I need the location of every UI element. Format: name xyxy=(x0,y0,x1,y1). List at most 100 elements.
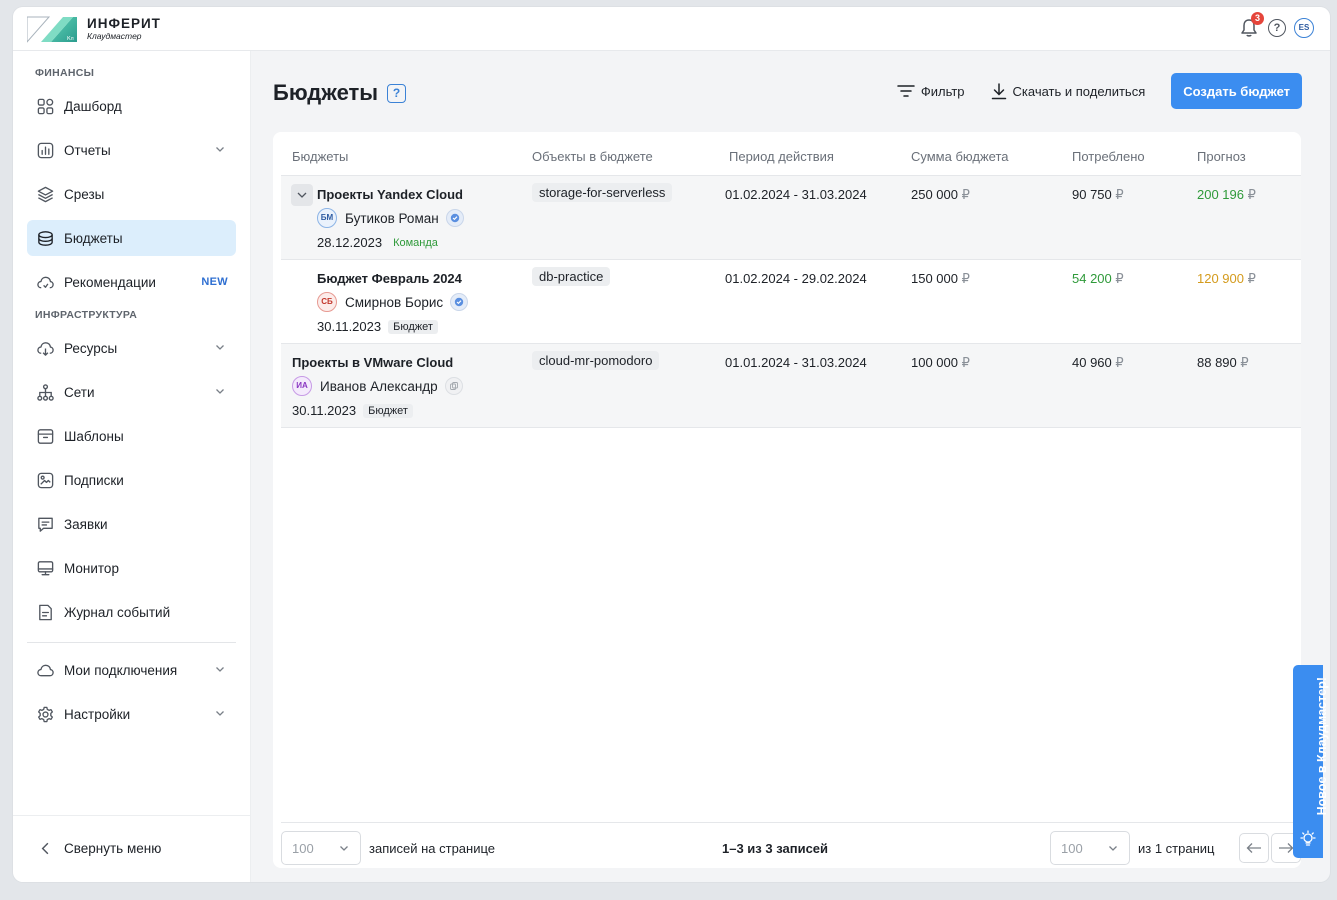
owner-name: Смирнов Борис xyxy=(345,294,444,310)
budget-date: 30.11.2023 Бюджет xyxy=(292,403,413,418)
budget-name[interactable]: Бюджет Февраль 2024 xyxy=(317,271,462,286)
created-date: 30.11.2023 xyxy=(292,403,357,418)
sidebar-item-dashboard[interactable]: Дашборд xyxy=(27,88,236,124)
user-avatar[interactable]: ES xyxy=(1294,18,1314,38)
budgets-table-card: Бюджеты Объекты в бюджете Период действи… xyxy=(273,132,1301,868)
download-share-button[interactable]: Скачать и поделиться xyxy=(991,82,1146,100)
chevron-down-icon xyxy=(214,707,228,722)
lightbulb-icon xyxy=(1300,830,1316,846)
sidebar-item-subscriptions[interactable]: Подписки xyxy=(27,462,236,498)
owner-name: Бутиков Роман xyxy=(345,210,439,226)
table-row[interactable]: Проекты в VMware Cloud ИА Иванов Алексан… xyxy=(281,344,1301,428)
create-budget-button[interactable]: Создать бюджет xyxy=(1171,73,1302,109)
sidebar-item-label: Дашборд xyxy=(64,98,122,114)
pages-label: из 1 страниц xyxy=(1138,841,1215,856)
whats-new-tab[interactable]: Новое в Клаудмастер! xyxy=(1293,665,1329,858)
copy-icon[interactable] xyxy=(444,377,463,395)
svg-text:Кл: Кл xyxy=(67,36,74,42)
budget-amount: 150 000 ₽ xyxy=(911,271,970,286)
budget-period: 01.02.2024 - 29.02.2024 xyxy=(725,271,867,286)
page-number-select[interactable]: 100 xyxy=(1050,831,1130,865)
sidebar-item-event-log[interactable]: Журнал событий xyxy=(27,594,236,630)
budget-object: db-practice xyxy=(532,267,611,286)
column-header-consumed[interactable]: Потреблено xyxy=(1072,149,1145,164)
logo[interactable]: Кл ИНФЕРИТ Клаудмастер xyxy=(26,15,161,44)
notifications-badge: 3 xyxy=(1251,12,1264,25)
sidebar-item-templates[interactable]: Шаблоны xyxy=(27,418,236,454)
budget-amount: 250 000 ₽ xyxy=(911,187,970,202)
budget-forecast: 120 900 ₽ xyxy=(1197,271,1256,286)
notifications-bell-icon[interactable]: 3 xyxy=(1238,12,1264,39)
sidebar-item-label: Журнал событий xyxy=(64,604,171,620)
budget-type-tag: Бюджет xyxy=(388,319,438,334)
sidebar-item-settings[interactable]: Настройки xyxy=(27,696,236,732)
budget-object: storage-for-serverless xyxy=(532,183,673,202)
budget-period: 01.01.2024 - 31.03.2024 xyxy=(725,355,867,370)
logo-title: ИНФЕРИТ xyxy=(87,16,161,31)
sidebar-item-label: Настройки xyxy=(64,706,131,722)
help-icon[interactable]: ? xyxy=(387,83,407,103)
collapse-menu-button[interactable]: Свернуть меню xyxy=(27,830,161,866)
download-icon xyxy=(991,82,1006,99)
budget-forecast: 200 196 ₽ xyxy=(1197,187,1256,202)
table-header: Бюджеты Объекты в бюджете Период действи… xyxy=(281,132,1301,176)
chevron-down-icon xyxy=(214,385,228,400)
chevron-down-icon xyxy=(297,192,307,198)
budget-consumed: 40 960 ₽ xyxy=(1072,355,1124,370)
sidebar-item-label: Отчеты xyxy=(64,142,111,158)
sidebar: ФИНАНСЫ Дашборд Отчеты Срезы Бюджеты Рек… xyxy=(13,51,251,882)
page-title-text: Бюджеты xyxy=(273,80,379,105)
object-chip[interactable]: cloud-mr-pomodoro xyxy=(532,351,660,370)
message-lines-icon xyxy=(35,514,55,534)
expand-row-button[interactable] xyxy=(291,184,313,206)
page-size-select[interactable]: 100 xyxy=(281,831,361,865)
download-label: Скачать и поделиться xyxy=(1012,83,1146,99)
sidebar-item-budgets[interactable]: Бюджеты xyxy=(27,220,236,256)
top-bar: Кл ИНФЕРИТ Клаудмастер 3 ? ES xyxy=(13,7,1330,51)
avatar: СБ xyxy=(317,292,337,312)
verified-icon xyxy=(450,293,469,311)
avatar: БМ xyxy=(317,208,337,228)
table-row[interactable]: Бюджет Февраль 2024 СБ Смирнов Борис 30.… xyxy=(281,260,1301,344)
column-header-budgets[interactable]: Бюджеты xyxy=(292,149,348,164)
sidebar-item-label: Шаблоны xyxy=(64,428,124,444)
budget-name[interactable]: Проекты в VMware Cloud xyxy=(292,355,453,370)
created-date: 28.12.2023 xyxy=(317,235,383,250)
sidebar-item-reports[interactable]: Отчеты xyxy=(27,132,236,168)
budget-owner: СБ Смирнов Борис xyxy=(317,292,469,312)
sidebar-item-requests[interactable]: Заявки xyxy=(27,506,236,542)
logo-mark: Кл xyxy=(26,15,79,44)
help-icon[interactable]: ? xyxy=(1268,19,1286,37)
budget-owner: ИА Иванов Александр xyxy=(292,376,463,396)
budget-consumed: 54 200 ₽ xyxy=(1072,271,1124,286)
sidebar-item-slices[interactable]: Срезы xyxy=(27,176,236,212)
column-header-forecast[interactable]: Прогноз xyxy=(1197,149,1246,164)
sidebar-item-connections[interactable]: Мои подключения xyxy=(27,652,236,688)
prev-page-button[interactable] xyxy=(1239,833,1269,863)
sidebar-item-monitor[interactable]: Монитор xyxy=(27,550,236,586)
sidebar-bottom-divider xyxy=(13,815,251,816)
sidebar-item-label: Подписки xyxy=(64,472,124,488)
arrow-right-icon xyxy=(1279,843,1294,853)
budget-name[interactable]: Проекты Yandex Cloud xyxy=(317,187,463,202)
sidebar-item-label: Мои подключения xyxy=(64,662,178,678)
arrow-left-icon xyxy=(1246,843,1261,853)
archive-box-icon xyxy=(35,426,55,446)
sidebar-item-recommendations[interactable]: Рекомендации NEW xyxy=(27,264,236,300)
chevron-down-icon xyxy=(214,143,228,158)
object-chip[interactable]: db-practice xyxy=(532,267,611,286)
filter-button[interactable]: Фильтр xyxy=(897,84,965,99)
budget-object: cloud-mr-pomodoro xyxy=(532,351,660,370)
column-header-period[interactable]: Период действия xyxy=(729,149,834,164)
sidebar-item-label: Бюджеты xyxy=(64,230,123,246)
column-header-objects[interactable]: Объекты в бюджете xyxy=(532,149,653,164)
object-chip[interactable]: storage-for-serverless xyxy=(532,183,673,202)
chevron-down-icon xyxy=(1107,842,1119,857)
budget-period: 01.02.2024 - 31.03.2024 xyxy=(725,187,867,202)
sidebar-item-resources[interactable]: Ресурсы xyxy=(27,330,236,366)
dashboard-grid-icon xyxy=(35,96,55,116)
table-row[interactable]: Проекты Yandex Cloud БМ Бутиков Роман 28… xyxy=(281,176,1301,260)
sidebar-item-label: Заявки xyxy=(64,516,108,532)
column-header-amount[interactable]: Сумма бюджета xyxy=(911,149,1009,164)
sidebar-item-networks[interactable]: Сети xyxy=(27,374,236,410)
